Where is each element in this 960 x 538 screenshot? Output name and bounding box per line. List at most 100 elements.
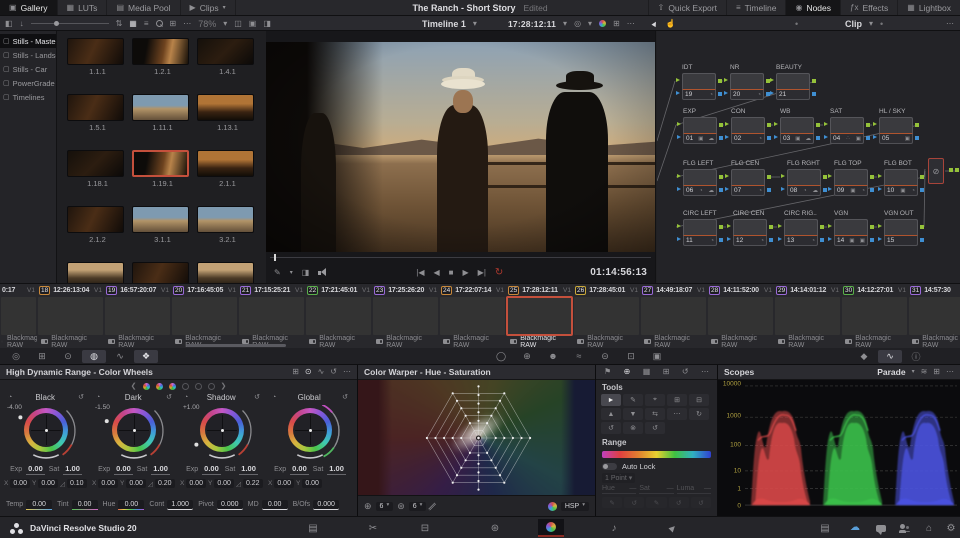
grade-preview-icon[interactable] — [599, 20, 606, 27]
still-thumbnail[interactable] — [197, 38, 254, 65]
tab-luts[interactable]: ▦ LUTs — [58, 0, 108, 15]
warper-hue-sat-grid[interactable] — [358, 380, 595, 495]
scope-mode-select[interactable]: Parade — [877, 367, 905, 377]
node-07-flg-cen[interactable]: FLG CEN 07◔ — [731, 169, 765, 196]
y-value[interactable]: 0.00 — [38, 479, 58, 488]
settings-icon[interactable]: ⚙ — [938, 519, 960, 537]
x-value[interactable]: 0.00 — [186, 479, 206, 488]
node-06-flg-left[interactable]: FLG LEFT 06◔☁ — [683, 169, 717, 196]
key-input-port[interactable] — [676, 91, 680, 95]
loop-button[interactable]: ↻ — [495, 268, 503, 278]
tab-media-pool[interactable]: ▤ Media Pool — [107, 0, 180, 15]
rgb-input-port[interactable] — [824, 122, 828, 126]
gallery-still[interactable] — [197, 262, 258, 283]
node-02-con[interactable]: CON 02◔ — [731, 117, 765, 144]
hdr-more-icon[interactable]: ⋯ — [343, 368, 351, 376]
scope-more-icon[interactable]: ⋯ — [946, 368, 954, 376]
timeline-clip-25[interactable]: 25 17:28:12:11 V1 Blackmagic RAW — [506, 284, 573, 348]
key-output-port[interactable] — [767, 188, 771, 192]
palette-sizing-icon[interactable]: ⊡ — [619, 350, 643, 363]
wheel-page-dot[interactable] — [143, 383, 150, 390]
sat-value[interactable]: 1.00 — [63, 464, 82, 475]
expand-icon[interactable]: ⊞ — [663, 368, 670, 376]
palette-stereo-3d-icon[interactable]: ▣ — [645, 350, 669, 363]
rgb-input-port[interactable] — [725, 174, 729, 178]
node-14-vgn[interactable]: VGN 14▣▣ — [834, 219, 868, 246]
still-thumbnail[interactable] — [197, 150, 254, 177]
timeline-clip-30[interactable]: 30 14:12:27:01 V1 Blackmagic RAW — [841, 284, 908, 348]
pick-sat-icon[interactable]: ✎ — [646, 497, 666, 508]
key-output-port[interactable] — [719, 188, 723, 192]
wheel-page-dot[interactable] — [195, 383, 202, 390]
key-input-port[interactable] — [878, 187, 882, 191]
still-thumbnail[interactable] — [132, 206, 189, 233]
reset-luma-icon[interactable]: ↺ — [691, 497, 711, 508]
key-output-port[interactable] — [920, 188, 924, 192]
exp-value[interactable]: 0.00 — [290, 464, 309, 475]
key-output-port[interactable] — [870, 188, 874, 192]
gallery-more-icon[interactable]: ⋯ — [183, 20, 191, 28]
palette-hdr-wheels-icon[interactable]: ◍ — [82, 350, 106, 363]
album-powergrade-1[interactable]: ▢ PowerGrade 1 — [0, 76, 56, 90]
rgb-output-port[interactable] — [920, 225, 924, 229]
x-value[interactable]: 0.00 — [274, 479, 294, 488]
pick-hue-icon[interactable]: ✎ — [602, 497, 622, 508]
viewer-more-icon[interactable]: ⋯ — [627, 20, 635, 28]
tool-converge-in[interactable]: ⊞ — [667, 394, 687, 406]
sat-steps-select[interactable]: 6▾ — [409, 502, 427, 511]
render-queue-icon[interactable]: ▤ — [812, 519, 838, 537]
node-09-flg-top[interactable]: FLG TOP 09▣◔ — [834, 169, 868, 196]
page-prev-icon[interactable]: ❮ — [131, 382, 137, 390]
rgb-output-port[interactable] — [915, 123, 919, 127]
enhanced-viewer-icon[interactable]: ⊞ — [613, 20, 620, 28]
grid-view-icon[interactable]: ▦ — [129, 20, 137, 28]
view-mode-2-icon[interactable]: ▣ — [249, 20, 257, 28]
rgb-input-port[interactable] — [677, 122, 681, 126]
collaboration-icon[interactable] — [892, 519, 918, 537]
wheel-center-dot[interactable] — [45, 429, 48, 432]
rgb-input-port[interactable] — [778, 224, 782, 228]
key-input-port[interactable] — [727, 237, 731, 241]
key-input-port[interactable] — [725, 135, 729, 139]
rgb-input-port[interactable] — [770, 78, 774, 82]
page-color-icon[interactable] — [538, 519, 564, 537]
key-input-port[interactable] — [828, 237, 832, 241]
gallery-still-1.13.1[interactable]: 1.13.1 — [197, 94, 258, 150]
wheel-center-dot[interactable] — [309, 429, 312, 432]
pin-mesh-icon[interactable]: ∥ — [428, 501, 438, 511]
key-output-port[interactable] — [820, 238, 824, 242]
skip-start-button[interactable]: |◀ — [416, 269, 424, 277]
rgb-output-port[interactable] — [769, 225, 773, 229]
key-input-port[interactable] — [824, 135, 828, 139]
playhead[interactable] — [274, 254, 276, 261]
gallery-still-1.11.1[interactable]: 1.11.1 — [132, 94, 193, 150]
still-thumbnail[interactable] — [197, 94, 254, 121]
picker-caret-icon[interactable]: ▾ — [290, 270, 293, 276]
still-thumbnail[interactable] — [132, 94, 189, 121]
rgb-output-port[interactable] — [816, 123, 820, 127]
clip-thumbnail[interactable] — [239, 297, 304, 335]
key-input-port[interactable] — [778, 237, 782, 241]
timeline-clip-28[interactable]: 28 14:11:52:00 V1 Blackmagic RAW — [707, 284, 774, 348]
tool-remove[interactable]: ⊗ — [623, 422, 643, 434]
audio-mute-icon[interactable] — [318, 268, 329, 277]
wheel-crosshair[interactable] — [293, 413, 327, 447]
color-space-select[interactable]: HSP▾ — [561, 502, 589, 511]
gallery-still-1.5.1[interactable]: 1.5.1 — [67, 94, 128, 150]
gallery-still-1.2.1[interactable]: 1.2.1 — [132, 38, 193, 94]
palette-sizing-crop-icon[interactable]: ⊞ — [30, 350, 54, 363]
tool-pointer[interactable]: ► — [601, 394, 621, 406]
hdr-wheel-dark[interactable]: ◔ Dark ↺ -1.50 Exp 0.00 Sat 1.00 X0.00 Y… — [90, 392, 178, 494]
rgb-input-port[interactable] — [828, 174, 832, 178]
node-05-hl-sky[interactable]: HL / SKY 05▣ — [879, 117, 913, 144]
hue-ring[interactable] — [288, 408, 332, 452]
gallery-still-1.19.1[interactable]: 1.19.1 — [132, 150, 193, 206]
rgb-input-port[interactable] — [828, 224, 832, 228]
rgb-input-port[interactable] — [676, 78, 680, 82]
rgb-input-port[interactable] — [781, 174, 785, 178]
page-fusion-icon[interactable]: ⊛ — [482, 519, 508, 537]
palette-key-icon[interactable]: ⊝ — [593, 350, 617, 363]
key-output-port[interactable] — [718, 92, 722, 96]
tool-pin[interactable]: ⌖ — [645, 394, 665, 406]
gallery-still-1.18.1[interactable]: 1.18.1 — [67, 150, 128, 206]
